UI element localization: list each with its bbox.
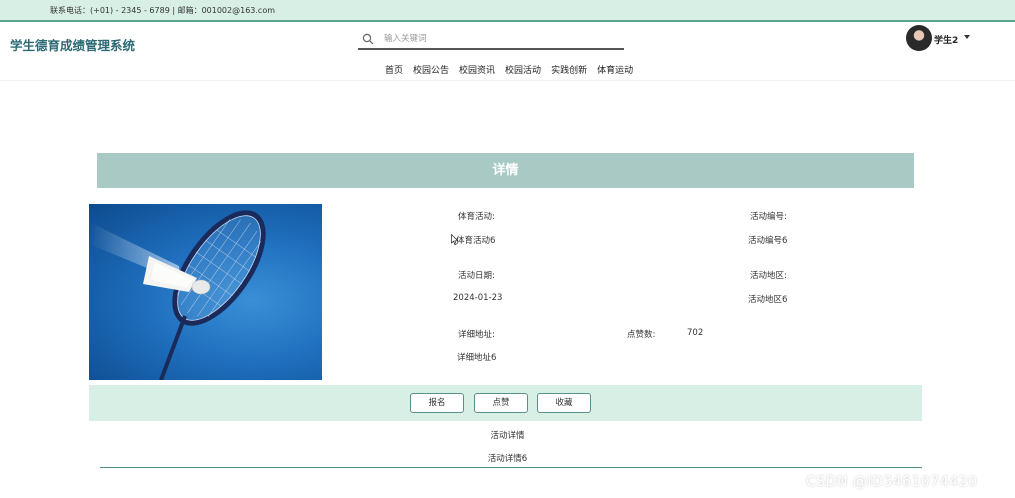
- nav-item-sports[interactable]: 体育运动: [592, 63, 638, 77]
- nav-item-campus-notice[interactable]: 校园公告: [408, 63, 454, 77]
- nav-item-practice-innovation[interactable]: 实践创新: [546, 63, 592, 77]
- top-info-bar: 联系电话：(+01) - 2345 - 6789 | 邮箱：001002@163…: [0, 0, 1015, 22]
- main-nav: 首页 校园公告 校园资讯 校园活动 实践创新 体育运动: [380, 63, 638, 77]
- signup-button[interactable]: 报名: [410, 393, 464, 413]
- user-name[interactable]: 学生2: [934, 33, 958, 46]
- description-value: 活动详情6: [487, 454, 528, 464]
- activity-area-label: 活动地区:: [750, 271, 787, 281]
- likes-label: 点赞数:: [627, 330, 656, 340]
- sport-activity-value: 体育活动6: [456, 236, 496, 246]
- watermark: CSDN @ID3461074420: [806, 474, 978, 490]
- like-button[interactable]: 点赞: [474, 393, 528, 413]
- nav-item-home[interactable]: 首页: [380, 63, 408, 77]
- mouse-cursor-icon: [451, 234, 459, 246]
- address-label: 详细地址:: [458, 330, 495, 340]
- chevron-down-icon[interactable]: [964, 35, 970, 39]
- activity-date-label: 活动日期:: [458, 271, 495, 281]
- favorite-button[interactable]: 收藏: [537, 393, 591, 413]
- description-label: 活动详情: [490, 431, 525, 441]
- activity-area-value: 活动地区6: [748, 295, 788, 305]
- nav-item-campus-activity[interactable]: 校园活动: [500, 63, 546, 77]
- site-title[interactable]: 学生德育成绩管理系统: [10, 35, 135, 54]
- contact-info: 联系电话：(+01) - 2345 - 6789 | 邮箱：001002@163…: [50, 6, 276, 15]
- divider: [100, 467, 922, 468]
- avatar[interactable]: [906, 25, 932, 51]
- nav-item-campus-news[interactable]: 校园资讯: [454, 63, 500, 77]
- header: 学生德育成绩管理系统 学生2 首页 校园公告 校园资讯 校园活动 实践创新 体育…: [0, 24, 1015, 81]
- activity-no-value: 活动编号6: [748, 236, 788, 246]
- activity-date-value: 2024-01-23: [453, 293, 503, 303]
- activity-no-label: 活动编号:: [750, 212, 787, 222]
- badminton-photo: [89, 210, 266, 380]
- address-value: 详细地址6: [457, 353, 497, 363]
- search-icon[interactable]: [362, 33, 374, 45]
- detail-title-bar: 详情: [97, 153, 914, 188]
- likes-value: 702: [687, 328, 704, 338]
- search-bar: [358, 30, 624, 50]
- sport-activity-label: 体育活动:: [458, 212, 495, 222]
- search-input[interactable]: [384, 32, 614, 46]
- activity-photo: [89, 204, 322, 380]
- action-bar: 报名 点赞 收藏: [89, 385, 922, 421]
